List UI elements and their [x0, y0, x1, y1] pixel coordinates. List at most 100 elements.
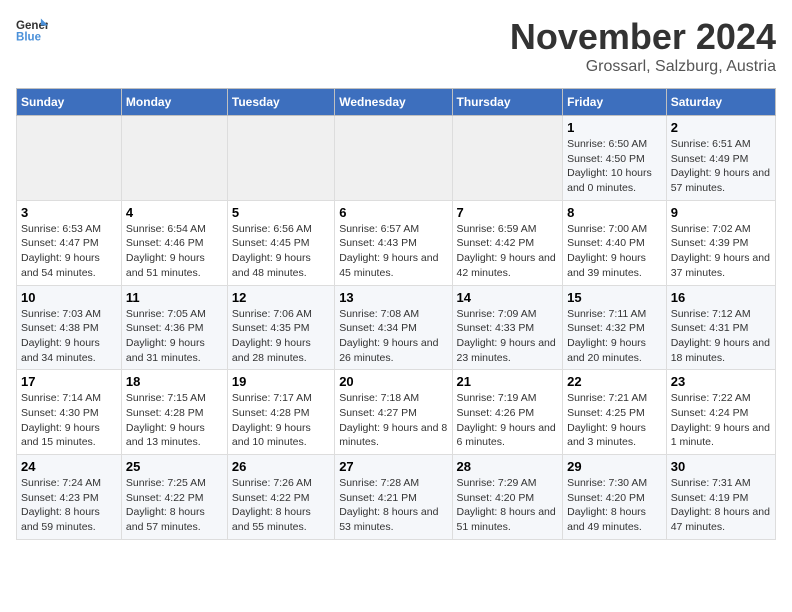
day-info: Sunrise: 7:24 AMSunset: 4:23 PMDaylight:… [21, 476, 117, 535]
day-number: 1 [567, 120, 662, 135]
table-row: 15Sunrise: 7:11 AMSunset: 4:32 PMDayligh… [563, 285, 667, 370]
table-row: 25 Sunrise: 7:25 AMSunset: 4:22 PMDayligh… [121, 455, 227, 540]
day-info: Sunrise: 7:26 AMSunset: 4:22 PMDaylight:… [232, 476, 330, 535]
day-number: 29 [567, 459, 662, 474]
day-info: Sunrise: 7:11 AMSunset: 4:32 PMDaylight:… [567, 307, 662, 366]
table-row: 13Sunrise: 7:08 AMSunset: 4:34 PMDayligh… [335, 285, 452, 370]
day-info: Sunrise: 7:02 AMSunset: 4:39 PMDaylight:… [671, 222, 771, 281]
day-number: 3 [21, 205, 117, 220]
day-number: 30 [671, 459, 771, 474]
day-info: Sunrise: 6:59 AMSunset: 4:42 PMDaylight:… [457, 222, 559, 281]
table-row [335, 116, 452, 201]
table-row: 18Sunrise: 7:15 AMSunset: 4:28 PMDayligh… [121, 370, 227, 455]
table-row [121, 116, 227, 201]
day-number: 11 [126, 290, 223, 305]
table-row: 22 Sunrise: 7:21 AMSunset: 4:25 PMDayligh… [563, 370, 667, 455]
table-row: 30 Sunrise: 7:31 AMSunset: 4:19 PMDayligh… [666, 455, 775, 540]
day-number: 25 [126, 459, 223, 474]
day-number: 9 [671, 205, 771, 220]
day-info: Sunrise: 7:03 AMSunset: 4:38 PMDaylight:… [21, 307, 117, 366]
calendar-header-row: Sunday Monday Tuesday Wednesday Thursday… [17, 89, 776, 116]
day-info: Sunrise: 7:14 AMSunset: 4:30 PMDaylight:… [21, 391, 117, 450]
table-row: 16 Sunrise: 7:12 AMSunset: 4:31 PMDayligh… [666, 285, 775, 370]
day-number: 4 [126, 205, 223, 220]
col-monday: Monday [121, 89, 227, 116]
table-row: 7 Sunrise: 6:59 AMSunset: 4:42 PMDaylight… [452, 200, 563, 285]
day-number: 6 [339, 205, 447, 220]
table-row [227, 116, 334, 201]
day-info: Sunrise: 7:17 AMSunset: 4:28 PMDaylight:… [232, 391, 330, 450]
day-number: 7 [457, 205, 559, 220]
day-info: Sunrise: 7:28 AMSunset: 4:21 PMDaylight:… [339, 476, 447, 535]
day-info: Sunrise: 7:18 AMSunset: 4:27 PMDaylight:… [339, 391, 447, 450]
day-info: Sunrise: 7:19 AMSunset: 4:26 PMDaylight:… [457, 391, 559, 450]
col-wednesday: Wednesday [335, 89, 452, 116]
table-row: 3 Sunrise: 6:53 AMSunset: 4:47 PMDaylight… [17, 200, 122, 285]
day-info: Sunrise: 6:56 AMSunset: 4:45 PMDaylight:… [232, 222, 330, 281]
day-info: Sunrise: 7:25 AMSunset: 4:22 PMDaylight:… [126, 476, 223, 535]
table-row: 14Sunrise: 7:09 AMSunset: 4:33 PMDayligh… [452, 285, 563, 370]
day-info: Sunrise: 7:05 AMSunset: 4:36 PMDaylight:… [126, 307, 223, 366]
location: Grossarl, Salzburg, Austria [510, 58, 776, 76]
table-row: 9 Sunrise: 7:02 AMSunset: 4:39 PMDaylight… [666, 200, 775, 285]
calendar-table: Sunday Monday Tuesday Wednesday Thursday… [16, 88, 776, 540]
table-row: 26Sunrise: 7:26 AMSunset: 4:22 PMDayligh… [227, 455, 334, 540]
table-row: 20Sunrise: 7:18 AMSunset: 4:27 PMDayligh… [335, 370, 452, 455]
day-number: 23 [671, 374, 771, 389]
table-row: 4Sunrise: 6:54 AMSunset: 4:46 PMDaylight… [121, 200, 227, 285]
calendar-week-row: 1 Sunrise: 6:50 AMSunset: 4:50 PMDaylight… [17, 116, 776, 201]
day-number: 12 [232, 290, 330, 305]
table-row: 1 Sunrise: 6:50 AMSunset: 4:50 PMDaylight… [563, 116, 667, 201]
table-row: 21 Sunrise: 7:19 AMSunset: 4:26 PMDayligh… [452, 370, 563, 455]
col-friday: Friday [563, 89, 667, 116]
day-number: 13 [339, 290, 447, 305]
table-row [17, 116, 122, 201]
day-info: Sunrise: 7:09 AMSunset: 4:33 PMDaylight:… [457, 307, 559, 366]
day-info: Sunrise: 7:22 AMSunset: 4:24 PMDaylight:… [671, 391, 771, 450]
table-row: 24 Sunrise: 7:24 AMSunset: 4:23 PMDayligh… [17, 455, 122, 540]
calendar-week-row: 17 Sunrise: 7:14 AMSunset: 4:30 PMDayligh… [17, 370, 776, 455]
day-number: 18 [126, 374, 223, 389]
day-number: 17 [21, 374, 117, 389]
table-row: 8Sunrise: 7:00 AMSunset: 4:40 PMDaylight… [563, 200, 667, 285]
day-number: 16 [671, 290, 771, 305]
day-number: 21 [457, 374, 559, 389]
day-info: Sunrise: 6:50 AMSunset: 4:50 PMDaylight:… [567, 137, 662, 196]
calendar-week-row: 24 Sunrise: 7:24 AMSunset: 4:23 PMDayligh… [17, 455, 776, 540]
table-row [452, 116, 563, 201]
day-info: Sunrise: 7:30 AMSunset: 4:20 PMDaylight:… [567, 476, 662, 535]
table-row: 17 Sunrise: 7:14 AMSunset: 4:30 PMDayligh… [17, 370, 122, 455]
logo-icon: General Blue [16, 16, 48, 44]
day-number: 10 [21, 290, 117, 305]
header: General Blue November 2024 Grossarl, Sal… [16, 16, 776, 76]
day-number: 24 [21, 459, 117, 474]
table-row: 10 Sunrise: 7:03 AMSunset: 4:38 PMDayligh… [17, 285, 122, 370]
calendar-week-row: 3 Sunrise: 6:53 AMSunset: 4:47 PMDaylight… [17, 200, 776, 285]
table-row: 12 Sunrise: 7:06 AMSunset: 4:35 PMDayligh… [227, 285, 334, 370]
day-info: Sunrise: 7:06 AMSunset: 4:35 PMDaylight:… [232, 307, 330, 366]
table-row: 11 Sunrise: 7:05 AMSunset: 4:36 PMDayligh… [121, 285, 227, 370]
svg-text:Blue: Blue [16, 32, 42, 44]
day-info: Sunrise: 6:53 AMSunset: 4:47 PMDaylight:… [21, 222, 117, 281]
day-number: 27 [339, 459, 447, 474]
day-number: 28 [457, 459, 559, 474]
calendar-body: 1 Sunrise: 6:50 AMSunset: 4:50 PMDaylight… [17, 116, 776, 540]
day-number: 5 [232, 205, 330, 220]
col-saturday: Saturday [666, 89, 775, 116]
day-info: Sunrise: 7:21 AMSunset: 4:25 PMDaylight:… [567, 391, 662, 450]
month-title: November 2024 [510, 16, 776, 58]
table-row: 28 Sunrise: 7:29 AMSunset: 4:20 PMDayligh… [452, 455, 563, 540]
day-info: Sunrise: 6:57 AMSunset: 4:43 PMDaylight:… [339, 222, 447, 281]
day-info: Sunrise: 7:29 AMSunset: 4:20 PMDaylight:… [457, 476, 559, 535]
calendar-week-row: 10 Sunrise: 7:03 AMSunset: 4:38 PMDayligh… [17, 285, 776, 370]
day-number: 8 [567, 205, 662, 220]
day-number: 22 [567, 374, 662, 389]
table-row: 6 Sunrise: 6:57 AMSunset: 4:43 PMDaylight… [335, 200, 452, 285]
title-area: November 2024 Grossarl, Salzburg, Austri… [510, 16, 776, 76]
day-info: Sunrise: 7:31 AMSunset: 4:19 PMDaylight:… [671, 476, 771, 535]
logo: General Blue [16, 16, 48, 44]
day-info: Sunrise: 7:12 AMSunset: 4:31 PMDaylight:… [671, 307, 771, 366]
day-number: 2 [671, 120, 771, 135]
table-row: 5 Sunrise: 6:56 AMSunset: 4:45 PMDaylight… [227, 200, 334, 285]
table-row: 27 Sunrise: 7:28 AMSunset: 4:21 PMDayligh… [335, 455, 452, 540]
